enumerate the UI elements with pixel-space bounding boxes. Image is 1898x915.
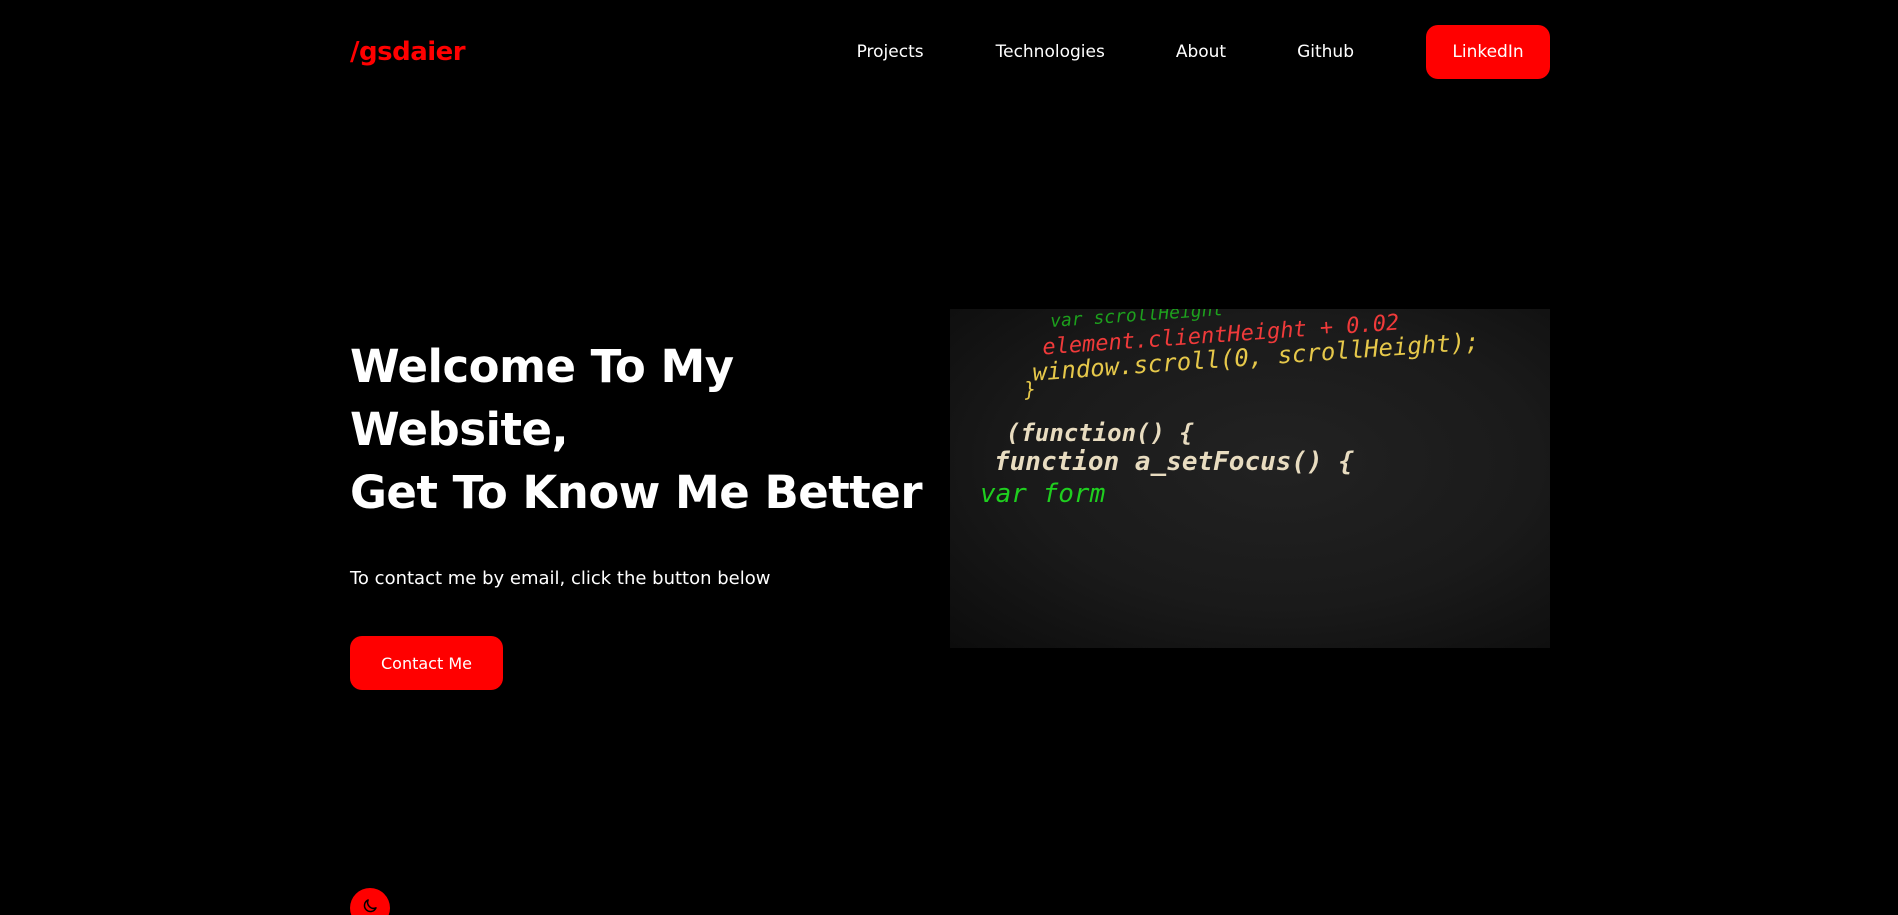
theme-toggle-button[interactable] xyxy=(350,888,390,915)
hero-title-line-1: Welcome To My Website, xyxy=(350,340,734,456)
site-logo[interactable]: /gsdaier xyxy=(350,37,466,67)
code-line-6: function a_setFocus() { xyxy=(994,447,1355,477)
nav-link-projects[interactable]: Projects xyxy=(857,42,924,62)
code-line-7: var form xyxy=(980,479,1106,509)
nav-link-technologies[interactable]: Technologies xyxy=(996,42,1105,62)
nav-link-about[interactable]: About xyxy=(1176,42,1226,62)
main-nav: Projects Technologies About Github Linke… xyxy=(857,25,1550,79)
code-image: var scrollHeight element.clientHeight + … xyxy=(950,309,1550,648)
nav-link-github[interactable]: Github xyxy=(1297,42,1354,62)
code-line-5: (function() { xyxy=(1006,419,1194,447)
hero-title-line-2: Get To Know Me Better xyxy=(350,466,923,519)
contact-me-button[interactable]: Contact Me xyxy=(350,636,503,690)
site-header: /gsdaier Projects Technologies About Git… xyxy=(350,25,1550,79)
linkedin-button[interactable]: LinkedIn xyxy=(1426,25,1550,79)
moon-icon xyxy=(361,897,379,915)
hero-title: Welcome To My Website, Get To Know Me Be… xyxy=(350,335,950,524)
code-line-4: } xyxy=(1022,376,1038,402)
hero-subtitle: To contact me by email, click the button… xyxy=(350,568,771,589)
hero-section: Welcome To My Website, Get To Know Me Be… xyxy=(350,335,950,690)
